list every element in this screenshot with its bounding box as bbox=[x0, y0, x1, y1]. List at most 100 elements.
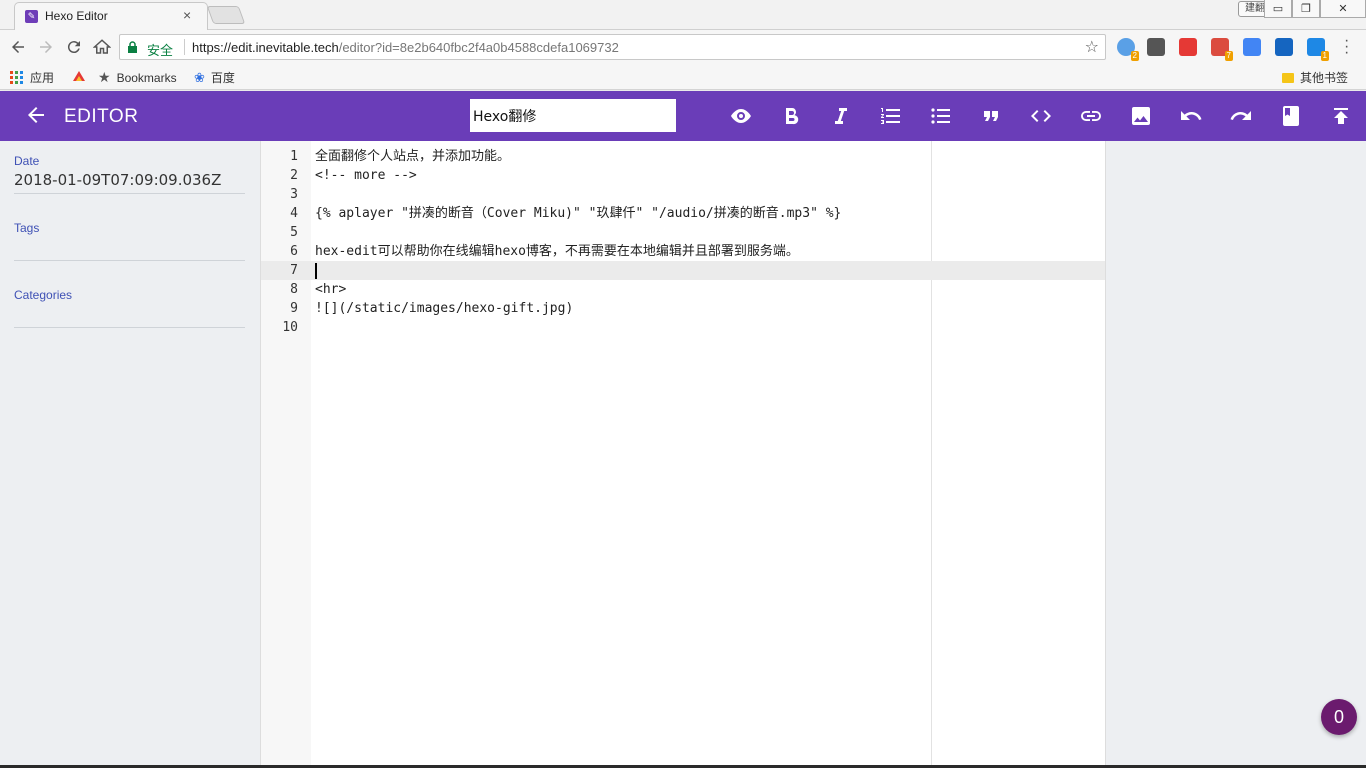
back-icon[interactable] bbox=[7, 38, 29, 61]
bookmark-other-label: 其他书签 bbox=[1300, 71, 1349, 85]
browser-tab[interactable]: ✎ Hexo Editor × bbox=[14, 2, 208, 30]
categories-label: Categories bbox=[14, 288, 73, 302]
publish-upload-icon[interactable] bbox=[1329, 104, 1353, 128]
bookmark-apps[interactable]: 应用 bbox=[10, 69, 54, 86]
bookmark-other[interactable]: 其他书签 bbox=[1282, 69, 1348, 86]
undo-icon[interactable] bbox=[1179, 104, 1203, 128]
line-number: 9 bbox=[290, 301, 298, 316]
line-number: 10 bbox=[282, 320, 298, 335]
line-number: 7 bbox=[290, 263, 298, 278]
address-bar[interactable]: 安全 https://edit.inevitable.tech/editor?i… bbox=[119, 34, 1106, 60]
lock-icon bbox=[128, 41, 137, 53]
code-icon[interactable] bbox=[1029, 104, 1053, 128]
tab-close-icon[interactable]: × bbox=[183, 7, 191, 23]
notification-badge[interactable]: 0 bbox=[1321, 699, 1357, 735]
editor-line[interactable]: 2 <!-- more --> bbox=[261, 166, 1105, 185]
date-label: Date bbox=[14, 154, 40, 168]
translate-icon[interactable] bbox=[1243, 38, 1261, 56]
tomato-icon[interactable] bbox=[1179, 38, 1197, 56]
bookmark-star-icon[interactable]: ☆ bbox=[1085, 37, 1099, 57]
ordered-list-icon[interactable] bbox=[879, 104, 903, 128]
editor-lines[interactable]: 1 全面翻修个人站点，并添加功能。 2 <!-- more --> 3 4 {% aplay… bbox=[261, 147, 1105, 337]
tags-label: Tags bbox=[14, 221, 40, 235]
minimize-button[interactable]: ▭ bbox=[1264, 0, 1292, 18]
bookmark-colorful-icon[interactable] bbox=[72, 69, 86, 83]
book-icon[interactable] bbox=[1279, 104, 1303, 128]
folder-icon bbox=[1282, 72, 1294, 83]
new-tab-button[interactable] bbox=[206, 6, 246, 24]
home-icon[interactable] bbox=[91, 38, 113, 61]
star-icon: ★ bbox=[98, 69, 111, 85]
meta-panel: Date 2018-01-09T07:09:09.036Z Tags Categ… bbox=[0, 141, 260, 768]
extension-badge: 2 bbox=[1130, 51, 1139, 61]
line-number: 4 bbox=[290, 206, 298, 221]
line-text[interactable]: {% aplayer "拼凑的断音（Cover Miku)" "玖肆仟" "/a… bbox=[315, 204, 841, 223]
bookmarks-bar: 应用 ★ Bookmarks ❀ 百度 其他书签 bbox=[0, 64, 1366, 90]
editor-line[interactable]: 6 hex-edit可以帮助你在线编辑hexo博客，不再需要在本地编辑并且部署到服… bbox=[261, 242, 1105, 261]
extension-badge: 7 bbox=[1224, 51, 1233, 61]
markdown-editor[interactable]: 1 全面翻修个人站点，并添加功能。 2 <!-- more --> 3 4 {% aplay… bbox=[260, 141, 1106, 768]
app-header: EDITOR bbox=[0, 91, 1366, 141]
line-number: 8 bbox=[290, 282, 298, 297]
editor-line[interactable]: 9 ![](/static/images/hexo-gift.jpg) bbox=[261, 299, 1105, 318]
bookmark-bookmarks-label: Bookmarks bbox=[116, 70, 177, 85]
image-icon[interactable] bbox=[1129, 104, 1153, 128]
url-path: /editor?id=8e2b640fbc2f4a0b4588cdefa1069… bbox=[338, 40, 619, 55]
todoist-icon[interactable]: 7 bbox=[1211, 38, 1233, 61]
hexo-editor-favicon-icon: ✎ bbox=[25, 10, 38, 23]
bookmark-baidu[interactable]: ❀ 百度 bbox=[194, 69, 235, 86]
bullet-list-icon[interactable] bbox=[929, 104, 953, 128]
browser-menu-icon[interactable]: · · · bbox=[1344, 33, 1349, 61]
quote-icon[interactable] bbox=[979, 104, 1003, 128]
vimium-y-icon[interactable] bbox=[1275, 38, 1293, 56]
editor-line[interactable]: 5 bbox=[261, 223, 1105, 242]
pocket-icon[interactable] bbox=[1147, 38, 1165, 56]
bold-icon[interactable] bbox=[779, 104, 803, 128]
forward-icon[interactable] bbox=[35, 38, 57, 61]
line-number: 5 bbox=[290, 225, 298, 240]
app-title: EDITOR bbox=[64, 106, 139, 127]
reload-icon[interactable] bbox=[63, 38, 85, 61]
tags-field[interactable]: Tags bbox=[14, 221, 245, 261]
back-arrow-icon[interactable] bbox=[24, 103, 48, 127]
line-text[interactable]: ![](/static/images/hexo-gift.jpg) bbox=[315, 299, 573, 318]
text-cursor bbox=[315, 263, 317, 279]
line-text[interactable]: hex-edit可以帮助你在线编辑hexo博客，不再需要在本地编辑并且部署到服务… bbox=[315, 242, 799, 261]
italic-icon[interactable] bbox=[829, 104, 853, 128]
categories-field[interactable]: Categories bbox=[14, 288, 245, 328]
date-value[interactable]: 2018-01-09T07:09:09.036Z bbox=[14, 171, 245, 189]
editor-line[interactable]: 7 bbox=[261, 261, 1105, 280]
redo-icon[interactable] bbox=[1229, 104, 1253, 128]
close-window-button[interactable]: ✕ bbox=[1320, 0, 1366, 18]
tab-title: Hexo Editor bbox=[45, 9, 108, 23]
post-title-input[interactable] bbox=[470, 99, 676, 132]
editor-line[interactable]: 4 {% aplayer "拼凑的断音（Cover Miku)" "玖肆仟" "/… bbox=[261, 204, 1105, 223]
secure-label: 安全 bbox=[147, 43, 174, 58]
extension-blue-dot-icon[interactable]: 2 bbox=[1117, 38, 1139, 61]
baidu-paw-icon: ❀ bbox=[194, 69, 205, 85]
date-field[interactable]: Date 2018-01-09T07:09:09.036Z bbox=[14, 154, 245, 194]
line-number: 1 bbox=[290, 149, 298, 164]
line-number: 6 bbox=[290, 244, 298, 259]
bookmark-baidu-label: 百度 bbox=[210, 71, 235, 85]
bookmark-apps-label: 应用 bbox=[30, 71, 55, 85]
editor-line[interactable]: 1 全面翻修个人站点，并添加功能。 bbox=[261, 147, 1105, 166]
editor-line[interactable]: 8 <hr> bbox=[261, 280, 1105, 299]
restore-button[interactable]: ❐ bbox=[1292, 0, 1320, 18]
line-text[interactable]: <!-- more --> bbox=[315, 166, 417, 185]
editor-line[interactable]: 3 bbox=[261, 185, 1105, 204]
line-text[interactable]: 全面翻修个人站点，并添加功能。 bbox=[315, 147, 510, 166]
url-host: https://edit.inevitable.tech bbox=[192, 40, 339, 55]
right-panel bbox=[1106, 141, 1366, 768]
extension-badge: 1 bbox=[1320, 51, 1329, 61]
browser-tabstrip: ✎ Hexo Editor × 建翻 ▭ ❐ ✕ bbox=[0, 0, 1366, 30]
line-text[interactable]: <hr> bbox=[315, 280, 346, 299]
skype-icon[interactable]: 1 bbox=[1307, 38, 1329, 61]
preview-eye-icon[interactable] bbox=[729, 104, 753, 128]
link-icon[interactable] bbox=[1079, 104, 1103, 128]
bookmark-bookmarks[interactable]: ★ Bookmarks bbox=[98, 69, 177, 86]
window-controls: ▭ ❐ ✕ bbox=[1264, 0, 1366, 20]
line-number: 2 bbox=[290, 168, 298, 183]
editor-line[interactable]: 10 bbox=[261, 318, 1105, 337]
apps-grid-icon bbox=[10, 70, 24, 85]
